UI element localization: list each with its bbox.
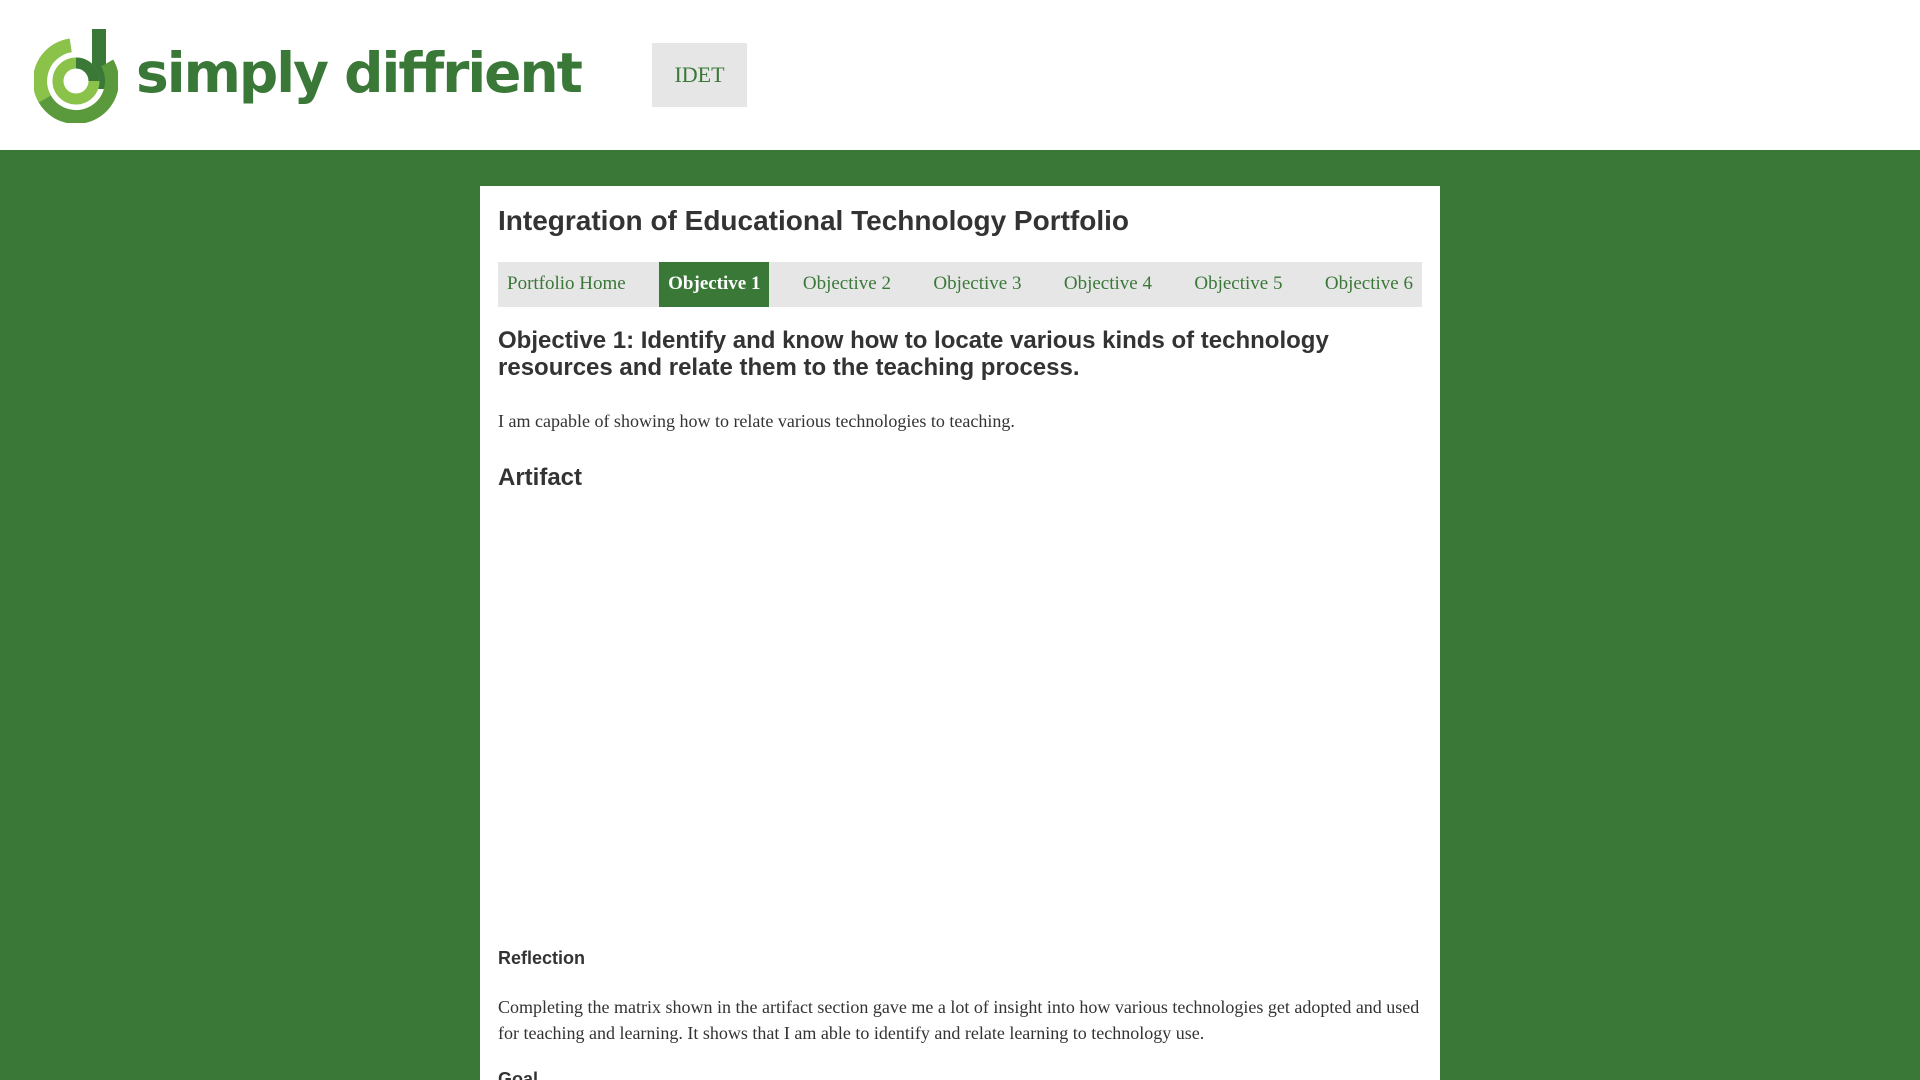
reflection-heading: Reflection bbox=[498, 947, 586, 968]
brand-name: simply diffrient bbox=[136, 40, 583, 105]
site-header: simply diffrient IDET bbox=[0, 0, 1920, 150]
tab-objective-2[interactable]: Objective 2 bbox=[794, 262, 900, 307]
objective-statement: I am capable of showing how to relate va… bbox=[498, 410, 1015, 431]
main-content: Integration of Educational Technology Po… bbox=[480, 186, 1440, 1080]
portfolio-tabs: Portfolio Home Objective 1 Objective 2 O… bbox=[498, 261, 1422, 307]
tab-objective-1[interactable]: Objective 1 bbox=[659, 261, 770, 307]
tab-objective-5[interactable]: Objective 5 bbox=[1185, 262, 1291, 307]
site-logo[interactable]: simply diffrient bbox=[34, 27, 583, 123]
reflection-text: Completing the matrix shown in the artif… bbox=[498, 996, 1420, 1043]
artifact-heading: Artifact bbox=[498, 463, 583, 491]
idet-nav-button[interactable]: IDET bbox=[652, 43, 747, 107]
objective-title: Objective 1: Identify and know how to lo… bbox=[498, 326, 1329, 381]
artifact-embed[interactable] bbox=[498, 503, 1422, 947]
tab-portfolio-home[interactable]: Portfolio Home bbox=[498, 262, 635, 307]
logo-icon bbox=[34, 29, 118, 123]
tab-objective-3[interactable]: Objective 3 bbox=[924, 262, 1030, 307]
tab-objective-6[interactable]: Objective 6 bbox=[1316, 262, 1422, 307]
goal-heading: Goal bbox=[498, 1068, 539, 1080]
page-title: Integration of Educational Technology Po… bbox=[498, 205, 1130, 236]
tab-objective-4[interactable]: Objective 4 bbox=[1055, 262, 1161, 307]
